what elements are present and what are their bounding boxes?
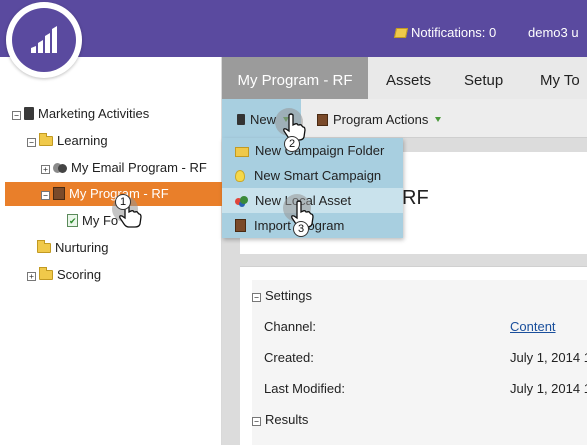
notifications-link[interactable]: Notifications: 0	[393, 0, 497, 57]
menu-item-label: New Smart Campaign	[254, 168, 382, 183]
menu-item-new-campaign-folder[interactable]: New Campaign Folder	[222, 138, 403, 163]
folder-icon	[235, 147, 249, 157]
tree-item-marketing-activities[interactable]: − Marketing Activities	[12, 102, 149, 126]
dropdown-arrow-icon	[435, 117, 442, 122]
tree-item-label: My Email Program - RF	[71, 160, 207, 175]
top-header-bar: Notifications: 0 demo3 u	[0, 0, 587, 57]
tree-item-nurturing[interactable]: Nurturing	[37, 236, 108, 260]
collapse-icon[interactable]: −	[27, 138, 36, 147]
folder-icon	[39, 133, 53, 146]
local-asset-icon	[235, 195, 249, 207]
collapse-icon[interactable]: −	[41, 191, 50, 200]
tree-item-label: Scoring	[57, 267, 102, 282]
step-number: 3	[293, 221, 309, 237]
expand-icon[interactable]: +	[41, 165, 50, 174]
folder-icon	[37, 240, 51, 253]
program-icon	[53, 187, 65, 200]
results-label: Results	[265, 412, 309, 427]
marketing-activities-icon	[24, 107, 34, 120]
created-value: July 1, 2014 1	[510, 350, 587, 365]
collapse-icon[interactable]: −	[252, 417, 261, 426]
tree-item-scoring[interactable]: + Scoring	[27, 263, 101, 287]
user-menu[interactable]: demo3 u	[528, 0, 579, 57]
email-program-icon	[53, 162, 67, 174]
last-modified-value: July 1, 2014 1	[510, 381, 587, 396]
collapse-icon[interactable]: −	[12, 111, 21, 120]
tab-my-tokens[interactable]: My To	[540, 57, 580, 99]
program-actions-button[interactable]: Program Actions	[317, 99, 442, 138]
notifications-label: Notifications: 0	[411, 25, 497, 40]
tree-item-label: Learning	[57, 133, 108, 148]
menu-item-new-smart-campaign[interactable]: New Smart Campaign	[222, 163, 403, 188]
settings-label: Settings	[265, 288, 312, 303]
last-modified-label: Last Modified:	[264, 381, 345, 396]
channel-label: Channel:	[264, 319, 317, 334]
tab-assets[interactable]: Assets	[386, 57, 431, 99]
lightbulb-icon	[235, 170, 245, 182]
import-program-icon	[235, 219, 246, 232]
tree-item-label: Nurturing	[55, 240, 109, 255]
step-number: 1	[115, 194, 131, 210]
logo-badge	[12, 8, 76, 72]
step-number: 2	[284, 136, 300, 152]
marketo-logo[interactable]	[6, 2, 82, 78]
program-title: RF	[402, 187, 429, 209]
form-icon	[67, 210, 78, 234]
program-actions-icon	[317, 114, 328, 126]
tree-item-my-email-program[interactable]: + My Email Program - RF	[41, 156, 207, 180]
expand-icon[interactable]: +	[27, 272, 36, 281]
tab-bar: My Program - RF Assets Setup My To	[222, 57, 587, 99]
tab-setup[interactable]: Setup	[464, 57, 503, 99]
tree-item-label: Marketing Activities	[38, 106, 150, 121]
tree-item-my-form[interactable]: My Fo	[67, 209, 118, 234]
created-label: Created:	[264, 350, 314, 365]
tab-my-program[interactable]: My Program - RF	[222, 57, 368, 99]
settings-section-header[interactable]: − Settings	[252, 288, 312, 303]
new-icon	[237, 114, 245, 125]
folder-icon	[39, 267, 53, 280]
notification-icon	[393, 28, 409, 38]
program-actions-label: Program Actions	[333, 112, 429, 127]
tree-item-learning[interactable]: − Learning	[27, 129, 108, 153]
collapse-icon[interactable]: −	[252, 293, 261, 302]
logo-bars-icon	[31, 26, 57, 53]
menu-item-label: New Campaign Folder	[255, 143, 385, 158]
channel-value-link[interactable]: Content	[510, 319, 556, 334]
new-label: New	[250, 112, 277, 127]
results-section-header[interactable]: − Results	[252, 412, 308, 427]
